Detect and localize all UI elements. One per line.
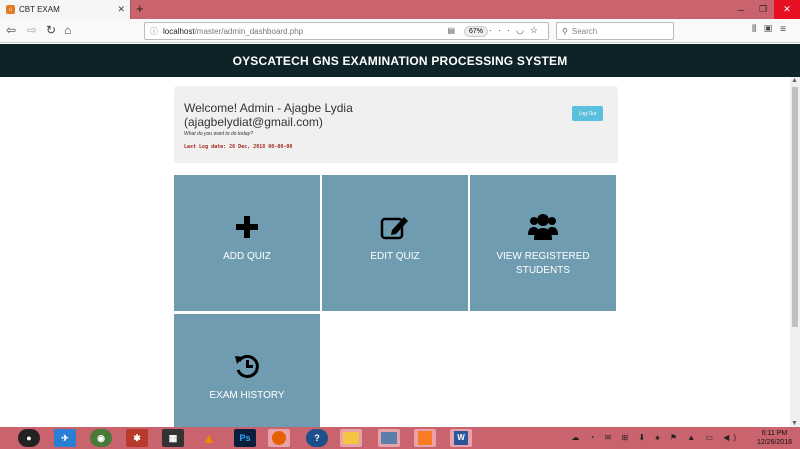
search-input[interactable]: ⚲ Search	[556, 22, 674, 40]
users-icon	[527, 212, 559, 242]
file-explorer-icon[interactable]	[340, 429, 362, 447]
history-icon	[234, 351, 260, 381]
toolbar-right-icons: ⫴▣≡	[752, 24, 794, 35]
forward-icon[interactable]: ⇨	[27, 23, 37, 37]
welcome-panel: Welcome! Admin - Ajagbe Lydia (ajagbelyd…	[174, 86, 618, 163]
library-icon[interactable]: ⫴	[752, 24, 764, 35]
minimize-icon[interactable]: ─	[730, 0, 752, 19]
add-quiz-label: ADD QUIZ	[223, 251, 271, 262]
app-icon-1[interactable]: ●	[18, 429, 40, 447]
new-tab-icon[interactable]: +	[136, 1, 144, 16]
scroll-down-icon[interactable]: ▼	[791, 420, 798, 427]
home-icon[interactable]: ⌂	[64, 23, 71, 37]
view-registered-students-tile[interactable]: VIEW REGISTERED STUDENTS	[470, 175, 616, 311]
exam-history-label: EXAM HISTORY	[209, 390, 285, 401]
help-icon[interactable]: ?	[306, 429, 328, 447]
plus-icon	[235, 212, 259, 242]
menu-icon[interactable]: ≡	[780, 24, 794, 35]
site-header: OYSCATECH GNS EXAMINATION PROCESSING SYS…	[0, 44, 800, 77]
exam-history-tile[interactable]: EXAM HISTORY	[174, 314, 320, 427]
photoshop-icon[interactable]: Ps	[234, 429, 256, 447]
add-quiz-tile[interactable]: ADD QUIZ	[174, 175, 320, 311]
url-action-icons: ···◡☆	[489, 25, 544, 36]
browser-tab-bar: ⌂ CBT EXAM ✕ + ─ ❐ ✕	[0, 0, 800, 19]
site-title: OYSCATECH GNS EXAMINATION PROCESSING SYS…	[232, 53, 568, 68]
clock-time: 6:11 PM	[761, 430, 788, 437]
taskbar: ● ✈ ◉ ✱ ▦ ▲ Ps ? W ☁ ◔ ✉ ⊞ ⬇ ♠ ⚑ ▲ ▭ ◀) …	[0, 427, 800, 449]
site-info-icon[interactable]: ⓘ	[150, 26, 158, 37]
reload-icon[interactable]: ↻	[46, 23, 56, 37]
xampp-favicon-icon: ⌂	[6, 5, 15, 14]
xampp-icon[interactable]	[414, 429, 436, 447]
window-controls: ─ ❐ ✕	[730, 0, 800, 19]
last-log-date: Last Log date: 26 Dec, 2018 00-00-00	[184, 144, 293, 150]
film-icon[interactable]: ▦	[162, 429, 184, 447]
network-app-icon[interactable]	[378, 429, 400, 447]
browser-tab[interactable]: ⌂ CBT EXAM ✕	[0, 0, 131, 19]
taskbar-clock[interactable]: 6:11 PM 12/26/2018	[757, 429, 792, 447]
close-tab-icon[interactable]: ✕	[117, 4, 125, 15]
search-icon: ⚲	[562, 26, 568, 36]
sidebar-icon[interactable]: ▣	[764, 24, 780, 35]
search-placeholder: Search	[571, 26, 598, 36]
system-tray-icons[interactable]: ☁ ◔ ✉ ⊞ ⬇ ♠ ⚑ ▲ ▭ ◀)	[571, 433, 740, 442]
vlc-icon[interactable]: ▲	[198, 429, 220, 447]
welcome-prompt: What do you want to do today?	[184, 131, 253, 137]
url-path: /master/admin_dashboard.php	[194, 26, 304, 36]
app-icon-4[interactable]: ✱	[126, 429, 148, 447]
reader-view-icon[interactable]: ▤	[447, 26, 455, 35]
pocket-icon[interactable]: ◡	[516, 25, 530, 35]
back-icon[interactable]: ⇦	[6, 23, 16, 37]
app-icon-3[interactable]: ◉	[90, 429, 112, 447]
more-actions-icon[interactable]: ···	[489, 25, 516, 35]
edit-quiz-label: EDIT QUIZ	[370, 251, 420, 262]
zoom-level[interactable]: 67%	[463, 26, 488, 37]
view-registered-students-label: VIEW REGISTERED STUDENTS	[496, 251, 590, 276]
close-window-icon[interactable]: ✕	[774, 0, 800, 19]
url-bar[interactable]: ⓘ localhost/master/admin_dashboard.php ▤…	[144, 22, 549, 40]
scrollbar-thumb[interactable]	[792, 87, 798, 327]
welcome-greeting: Welcome! Admin - Ajagbe Lydia (ajagbelyd…	[184, 101, 353, 129]
app-icon-2[interactable]: ✈	[54, 429, 76, 447]
word-icon[interactable]: W	[450, 429, 472, 447]
tab-title: CBT EXAM	[19, 5, 60, 14]
page-scrollbar[interactable]: ▲ ▼	[790, 77, 800, 427]
edit-quiz-tile[interactable]: EDIT QUIZ	[322, 175, 468, 311]
scroll-up-icon[interactable]: ▲	[791, 77, 798, 84]
url-host: localhost	[163, 26, 195, 36]
edit-icon	[380, 212, 410, 242]
url-text: localhost/master/admin_dashboard.php	[163, 27, 303, 36]
bookmark-star-icon[interactable]: ☆	[530, 25, 544, 35]
browser-nav-bar: ⇦ ⇨ ↻ ⌂ ⓘ localhost/master/admin_dashboa…	[0, 19, 800, 43]
firefox-icon[interactable]	[268, 429, 290, 447]
logout-button[interactable]: Log Out	[572, 106, 603, 121]
clock-date: 12/26/2018	[756, 439, 792, 446]
page-content: Welcome! Admin - Ajagbe Lydia (ajagbelyd…	[0, 77, 790, 427]
maximize-icon[interactable]: ❐	[752, 0, 774, 19]
